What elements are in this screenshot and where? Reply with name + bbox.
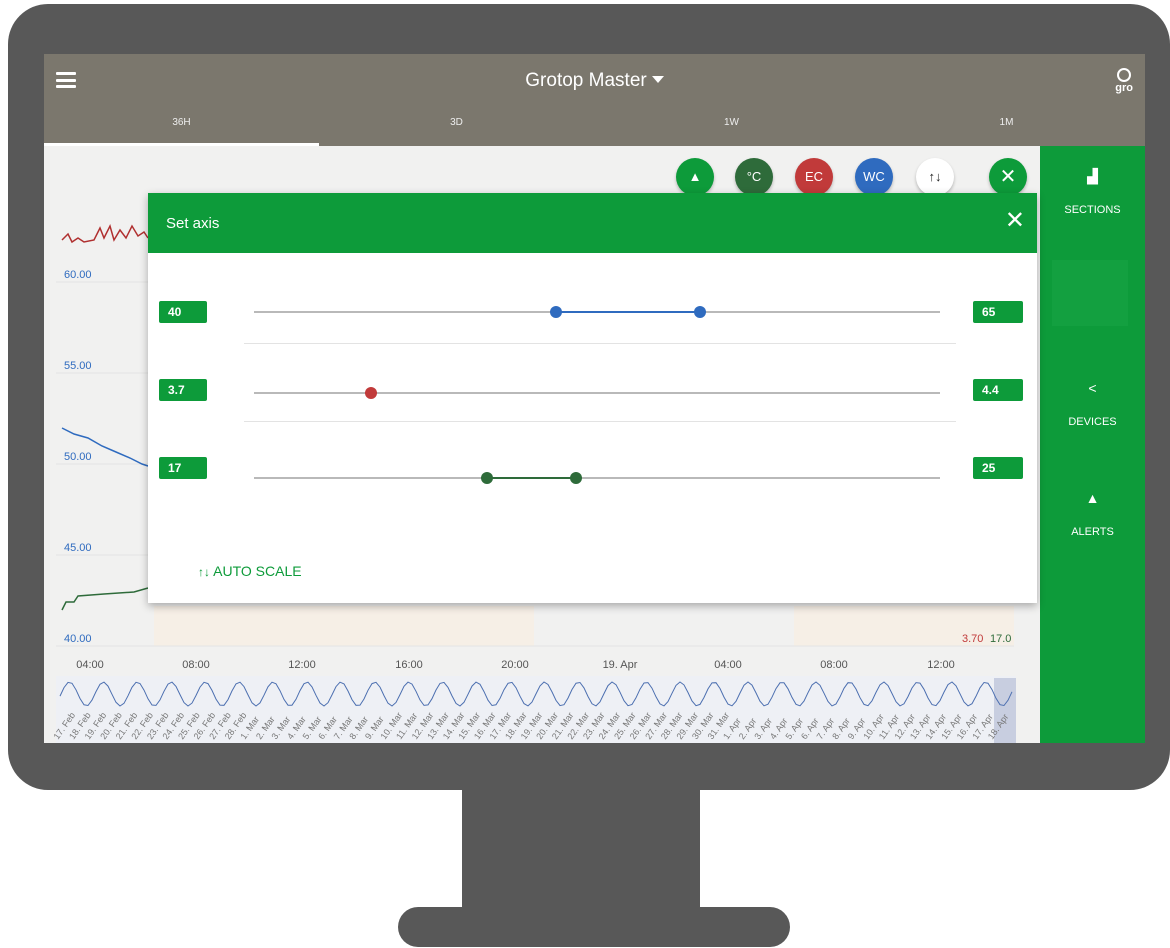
y-axis-label: 50.00 xyxy=(64,451,92,463)
axis-min-input[interactable]: 17 xyxy=(159,457,207,479)
axis-min-input[interactable]: 40 xyxy=(159,301,207,323)
gro-logo-text: gro xyxy=(1115,82,1133,94)
sidebar: ▟ SECTIONS < DEVICES ▲ ALERTS xyxy=(1040,146,1145,743)
close-toggle-button[interactable]: ✕ xyxy=(989,158,1027,196)
auto-scale-button[interactable]: ↑↓ AUTO SCALE xyxy=(198,563,302,579)
axis-slider-track[interactable] xyxy=(254,392,940,394)
axis-slider-range xyxy=(487,477,577,479)
axis-toggle-button[interactable]: ↑↓ xyxy=(916,158,954,196)
temp-series-line xyxy=(61,587,149,611)
monitor-stand xyxy=(462,784,700,916)
monitor-base xyxy=(398,907,790,947)
bell-icon: ▲ xyxy=(1085,490,1100,506)
axis-max-input[interactable]: 65 xyxy=(973,301,1023,323)
tab-1m[interactable]: 1M xyxy=(869,112,1144,146)
ec-series-line xyxy=(61,223,149,244)
axis-slider-track[interactable] xyxy=(254,477,940,479)
night-band xyxy=(154,606,534,646)
top-bar: Grotop Master gro 36H 3D 1W 1M xyxy=(44,54,1145,146)
caret-down-icon xyxy=(651,76,664,83)
x-axis-label: 19. Apr xyxy=(603,659,638,671)
ec-toggle-button[interactable]: EC xyxy=(795,158,833,196)
ec-current-value: 3.70 xyxy=(962,633,983,645)
x-axis-label: 12:00 xyxy=(288,659,316,671)
dialog-close-button[interactable]: ✕ xyxy=(1005,209,1025,233)
tab-1w[interactable]: 1W xyxy=(594,112,869,146)
row-separator xyxy=(244,343,956,344)
temp-toggle-button[interactable]: °C xyxy=(735,158,773,196)
sidebar-hidden-item xyxy=(1052,260,1128,326)
x-axis-label: 08:00 xyxy=(182,659,210,671)
sidebar-item-label: ALERTS xyxy=(1071,526,1114,538)
set-axis-dialog: Set axis ✕ 40 65 3.7 4.4 17 25 ↑↓ AUTO SCALE xyxy=(148,193,1037,603)
sidebar-item-devices[interactable]: < DEVICES xyxy=(1040,380,1145,428)
dialog-header: Set axis ✕ xyxy=(148,193,1037,253)
axis-max-input[interactable]: 25 xyxy=(973,457,1023,479)
axis-slider-low-handle[interactable] xyxy=(481,472,494,484)
app-title-text: Grotop Master xyxy=(525,70,647,91)
tab-36h[interactable]: 36H xyxy=(44,112,319,146)
y-axis-label: 45.00 xyxy=(64,542,92,554)
share-icon: < xyxy=(1088,380,1097,396)
x-axis-label: 04:00 xyxy=(714,659,742,671)
dialog-title: Set axis xyxy=(166,215,220,232)
axis-slider-range xyxy=(555,311,700,313)
y-axis-label: 60.00 xyxy=(64,269,92,281)
axis-slider-low-handle[interactable] xyxy=(364,387,377,399)
axis-slider-high-handle[interactable] xyxy=(693,306,706,318)
alerts-toggle-button[interactable]: ▲ xyxy=(676,158,714,196)
x-axis-label: 20:00 xyxy=(501,659,529,671)
row-separator xyxy=(244,421,956,422)
y-axis-label: 55.00 xyxy=(64,360,92,372)
sidebar-item-alerts[interactable]: ▲ ALERTS xyxy=(1040,490,1145,538)
wc-toggle-button[interactable]: WC xyxy=(855,158,893,196)
bell-icon: ▲ xyxy=(688,169,702,184)
gro-logo-icon xyxy=(1117,68,1132,82)
y-axis-label: 40.00 xyxy=(64,633,92,645)
auto-scale-icon: ↑↓ xyxy=(198,565,210,579)
sidebar-item-label: DEVICES xyxy=(1068,416,1117,428)
x-axis-label: 08:00 xyxy=(820,659,848,671)
auto-scale-label: AUTO SCALE xyxy=(213,563,302,579)
axis-max-input[interactable]: 4.4 xyxy=(973,379,1023,401)
x-axis-label: 04:00 xyxy=(76,659,104,671)
tab-3d[interactable]: 3D xyxy=(319,112,594,146)
sidebar-item-label: SECTIONS xyxy=(1064,204,1121,216)
axis-slider-high-handle[interactable] xyxy=(570,472,583,484)
axis-min-input[interactable]: 3.7 xyxy=(159,379,207,401)
x-axis-label: 12:00 xyxy=(927,659,955,671)
app-title[interactable]: Grotop Master xyxy=(44,70,1145,92)
sidebar-item-sections[interactable]: ▟ SECTIONS xyxy=(1040,168,1145,216)
temp-current-value: 17.0 xyxy=(990,633,1011,645)
time-range-tabs: 36H 3D 1W 1M xyxy=(44,112,1145,146)
bar-chart-icon: ▟ xyxy=(1087,168,1098,184)
x-axis-label: 16:00 xyxy=(395,659,423,671)
axis-slider-low-handle[interactable] xyxy=(549,306,562,318)
gro-logo[interactable]: gro xyxy=(1115,68,1133,94)
app-screen: Grotop Master gro 36H 3D 1W 1M 60.00 55.0… xyxy=(44,54,1145,743)
